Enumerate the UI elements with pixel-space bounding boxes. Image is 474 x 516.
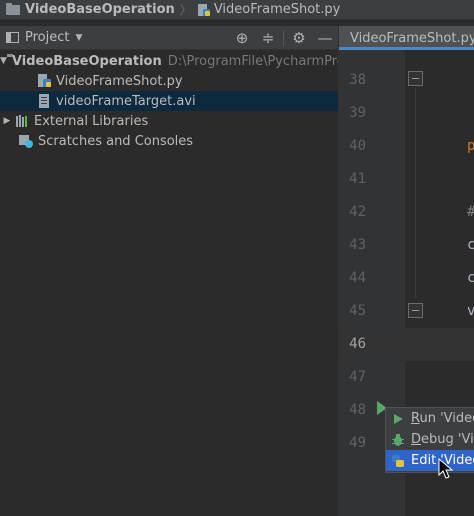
folder-icon: [6, 2, 20, 15]
text-file-icon: [39, 94, 49, 108]
menu-item-debug[interactable]: Debug 'Vid: [386, 429, 474, 450]
project-view-selector[interactable]: Project ▼: [6, 30, 82, 45]
hide-icon[interactable]: —: [312, 29, 338, 47]
indent-guide: [415, 88, 416, 298]
breadcrumb-file[interactable]: VideoFrameShot.py: [197, 2, 341, 17]
tree-item-scratches-label: Scratches and Consoles: [38, 133, 194, 149]
scratches-icon: [19, 135, 33, 148]
line-number: 47: [349, 369, 366, 385]
breadcrumb-project[interactable]: VideoBaseOperation: [6, 2, 175, 17]
project-toolbar: ⊕ ≑ ⚙ —: [229, 26, 338, 50]
line-number: 48: [349, 402, 366, 418]
collapsed-arrow-icon[interactable]: ▶: [0, 116, 14, 126]
menu-item-edit[interactable]: Edit 'Video: [386, 450, 474, 471]
debug-icon: [392, 433, 404, 446]
menu-item-run-label: Run 'Video: [411, 411, 474, 426]
code-fragment: p: [467, 138, 474, 154]
menu-item-run[interactable]: Run 'Video: [386, 408, 474, 429]
line-number: 40: [349, 138, 366, 154]
line-number: 43: [349, 237, 366, 253]
project-tree: ▼ VideoBaseOperation D:\ProgramFile\Pych…: [0, 51, 356, 151]
tree-item-file-label: VideoFrameShot.py: [56, 73, 183, 89]
fold-marker-icon[interactable]: [408, 71, 423, 86]
breadcrumb-project-label: VideoBaseOperation: [25, 2, 175, 17]
breadcrumb: VideoBaseOperation 〉 VideoFrameShot.py: [0, 0, 474, 20]
python-icon: [392, 454, 404, 467]
tree-item-scratches[interactable]: Scratches and Consoles: [0, 131, 338, 151]
code-fragment: v: [467, 303, 474, 319]
python-file-icon: [38, 74, 51, 87]
run-context-menu: Run 'Video Debug 'Vid Edit 'Video: [385, 407, 474, 473]
line-number: 42: [349, 204, 366, 220]
tree-item-external-libraries[interactable]: ▶ External Libraries: [0, 111, 338, 131]
tree-item-root-label: VideoBaseOperation: [11, 53, 162, 69]
library-icon: [16, 115, 27, 127]
editor-tab-label: VideoFrameShot.py: [350, 30, 474, 46]
fold-marker-icon[interactable]: [408, 303, 423, 318]
collapse-all-icon[interactable]: ≑: [255, 29, 281, 47]
line-number: 49: [349, 435, 366, 451]
tree-item-root[interactable]: ▼ VideoBaseOperation D:\ProgramFile\Pych…: [0, 51, 356, 71]
target-icon[interactable]: ⊕: [229, 29, 255, 47]
gear-icon[interactable]: ⚙: [286, 29, 312, 47]
line-number: 39: [349, 105, 366, 121]
project-title: Project: [25, 30, 70, 45]
expanded-arrow-icon[interactable]: ▼: [0, 56, 7, 66]
editor-tabs: VideoFrameShot.py: [339, 26, 474, 50]
line-number: 41: [349, 171, 366, 187]
tree-item-root-path: D:\ProgramFile\PycharmProje: [167, 53, 357, 69]
code-fragment: c: [467, 237, 474, 253]
project-toolwindow-header: Project ▼ ⊕ ≑ ⚙ —: [0, 26, 338, 50]
tree-item-file[interactable]: VideoFrameShot.py: [0, 71, 338, 91]
line-number: 44: [349, 270, 366, 286]
run-icon: [394, 413, 403, 424]
project-icon: [6, 32, 19, 43]
chevron-down-icon: ▼: [75, 32, 83, 43]
tree-item-file-selected-label: videoFrameTarget.avi: [56, 93, 196, 109]
code-fragment: c: [467, 270, 474, 286]
line-number-current: 46: [349, 336, 366, 352]
code-fragment: #: [467, 204, 474, 220]
toolbar-divider: [283, 30, 284, 46]
python-file-icon: [197, 3, 210, 16]
menu-item-debug-label: Debug 'Vid: [411, 432, 474, 447]
editor-tab-active[interactable]: VideoFrameShot.py: [339, 26, 474, 50]
tree-item-file-selected[interactable]: videoFrameTarget.avi: [0, 91, 338, 111]
breadcrumb-file-label: VideoFrameShot.py: [213, 2, 341, 17]
tree-item-external-libraries-label: External Libraries: [34, 113, 149, 129]
line-number: 38: [349, 72, 366, 88]
breadcrumb-separator: 〉: [179, 3, 192, 17]
line-number: 45: [349, 303, 366, 319]
mouse-cursor-icon: [438, 458, 454, 479]
